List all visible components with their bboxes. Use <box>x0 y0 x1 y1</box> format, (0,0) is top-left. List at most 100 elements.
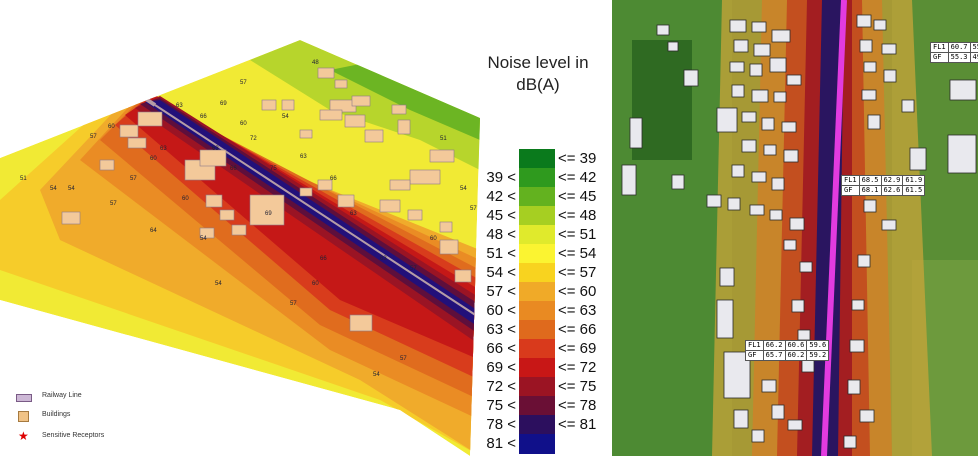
legend-upper-bound: <= 66 <box>558 321 597 338</box>
building-icon <box>18 411 29 422</box>
legend-upper-bound: <= 54 <box>558 245 597 262</box>
svg-text:63: 63 <box>176 103 183 109</box>
receptor-cell: 68.1 <box>858 185 882 196</box>
legend-upper-bound: <= 69 <box>558 340 597 357</box>
svg-text:75: 75 <box>270 166 277 172</box>
legend-swatch <box>519 206 555 226</box>
key-receptors-label: Sensitive Receptors <box>42 432 105 439</box>
receptor-table-1: FL160.755.GF55.349. <box>930 42 978 63</box>
legend-upper-bound: <= 45 <box>558 188 597 205</box>
svg-text:57: 57 <box>90 134 97 140</box>
receptor-cell: 55. <box>969 42 978 53</box>
svg-text:60: 60 <box>430 236 437 242</box>
legend-upper-bound: <= 39 <box>558 150 597 167</box>
legend-title-line1: Noise level in <box>487 53 589 72</box>
legend-swatch <box>519 244 555 264</box>
svg-text:60: 60 <box>150 156 157 162</box>
receptor-row: GF 68.1 62.6 61.5 <box>841 185 926 196</box>
legend-upper-bound: <= 78 <box>558 397 597 414</box>
receptor-cell: 68.5 <box>858 175 882 186</box>
legend-lower-bound: 57 < <box>486 283 516 300</box>
receptor-row: GF 65.7 60.2 59.2 <box>745 350 830 361</box>
svg-text:57: 57 <box>240 80 247 86</box>
receptor-cell: GF <box>745 350 764 361</box>
receptor-table-2: FL1 68.5 62.9 61.9 GF 68.1 62.6 61.5 <box>841 175 926 196</box>
receptor-cell: 65.7 <box>762 350 786 361</box>
legend-swatch <box>519 415 555 435</box>
svg-text:66: 66 <box>230 166 237 172</box>
legend-swatch <box>519 282 555 302</box>
legend-swatch <box>519 187 555 207</box>
legend-title: Noise level in dB(A) <box>478 52 598 96</box>
legend-lower-bound: 66 < <box>486 340 516 357</box>
svg-text:54: 54 <box>50 186 57 192</box>
railway-line-icon <box>16 394 32 402</box>
receptor-cell: 62.6 <box>880 185 904 196</box>
svg-text:57: 57 <box>470 206 477 212</box>
receptor-cell: FL1 <box>841 175 860 186</box>
receptor-row: FL1 68.5 62.9 61.9 <box>841 175 926 186</box>
receptor-cell: 60.7 <box>947 42 971 53</box>
key-sensitive-receptors: ★ Sensitive Receptors <box>10 429 170 445</box>
legend-upper-bound: <= 48 <box>558 207 597 224</box>
legend-swatch <box>519 434 555 454</box>
svg-text:54: 54 <box>68 186 75 192</box>
key-railway-label: Railway Line <box>42 392 82 399</box>
svg-text:63: 63 <box>160 146 167 152</box>
receptor-cell: FL1 <box>930 42 949 53</box>
legend-lower-bound: 54 < <box>486 264 516 281</box>
receptor-row: GF55.349. <box>930 52 978 63</box>
legend-upper-bound: <= 57 <box>558 264 597 281</box>
svg-text:54: 54 <box>200 236 207 242</box>
svg-text:72: 72 <box>250 136 257 142</box>
svg-text:51: 51 <box>20 176 27 182</box>
legend-upper-bound: <= 60 <box>558 283 597 300</box>
svg-text:63: 63 <box>300 154 307 160</box>
key-buildings-label: Buildings <box>42 411 71 418</box>
legend-swatch <box>519 168 555 188</box>
legend-upper-bound: <= 63 <box>558 302 597 319</box>
svg-text:63: 63 <box>350 211 357 217</box>
receptor-cell: 59.6 <box>806 340 830 351</box>
legend-lower-bound: 81 < <box>486 435 516 452</box>
svg-text:57: 57 <box>130 176 137 182</box>
legend-lower-bound: 48 < <box>486 226 516 243</box>
legend-lower-bound: 42 < <box>486 188 516 205</box>
svg-text:48: 48 <box>312 60 319 66</box>
svg-text:54: 54 <box>215 281 222 287</box>
legend-swatch <box>519 396 555 416</box>
svg-text:66: 66 <box>200 114 207 120</box>
receptor-cell: 60.6 <box>784 340 808 351</box>
svg-text:54: 54 <box>320 406 327 412</box>
svg-text:63: 63 <box>380 256 387 262</box>
legend-lower-bound: 39 < <box>486 169 516 186</box>
svg-text:54: 54 <box>282 114 289 120</box>
legend-lower-bound: 60 < <box>486 302 516 319</box>
svg-text:60: 60 <box>182 196 189 202</box>
svg-text:57: 57 <box>290 301 297 307</box>
receptor-cell: 61.5 <box>902 185 926 196</box>
key-railway-line: Railway Line <box>10 391 170 405</box>
receptor-cell: 66.2 <box>762 340 786 351</box>
legend-upper-bound: <= 72 <box>558 359 597 376</box>
svg-text:54: 54 <box>373 372 380 378</box>
legend-lower-bound: 63 < <box>486 321 516 338</box>
svg-text:54: 54 <box>460 186 467 192</box>
legend-swatch <box>519 358 555 378</box>
map-key: Railway Line Buildings ★ Sensitive Recep… <box>10 385 170 451</box>
svg-text:66: 66 <box>330 176 337 182</box>
svg-text:66: 66 <box>320 256 327 262</box>
aerial-noise-map <box>612 0 978 456</box>
legend-upper-bound: <= 51 <box>558 226 597 243</box>
noise-level-legend: <= 39 39 < <= 42 42 < <= 45 45 < <= 48 48 < <= 5… <box>478 145 608 456</box>
legend-swatch <box>519 339 555 359</box>
svg-text:69: 69 <box>265 211 272 217</box>
legend-lower-bound: 75 < <box>486 397 516 414</box>
legend-lower-bound: 51 < <box>486 245 516 262</box>
svg-text:60: 60 <box>108 124 115 130</box>
legend-swatch <box>519 263 555 283</box>
svg-text:57: 57 <box>400 356 407 362</box>
legend-swatch <box>519 301 555 321</box>
legend-lower-bound: 72 < <box>486 378 516 395</box>
legend-lower-bound: 45 < <box>486 207 516 224</box>
